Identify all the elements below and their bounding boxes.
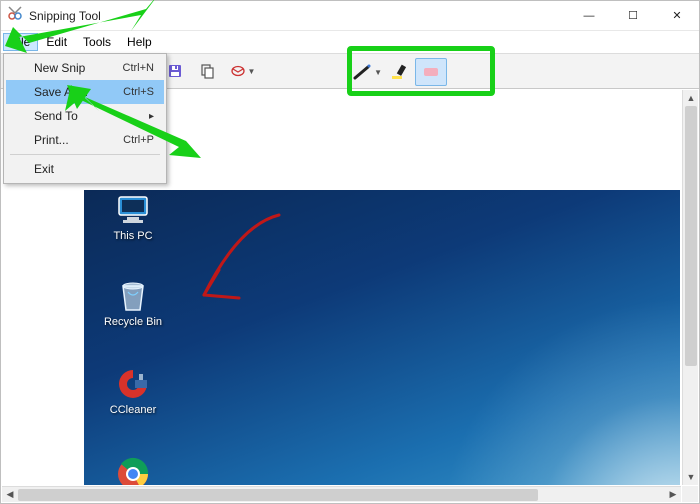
menu-item-exit[interactable]: Exit <box>6 157 164 181</box>
menu-item-shortcut: Ctrl+P <box>123 134 154 146</box>
email-button[interactable]: ▼ <box>225 57 261 85</box>
file-dropdown-menu: New Snip Ctrl+N Save As... Ctrl+S Send T… <box>3 53 167 184</box>
desktop-icon-recycle-bin: Recycle Bin <box>98 278 168 328</box>
pen-icon <box>352 63 372 81</box>
app-window: Snipping Tool — ☐ ✕ File Edit Tools Help… <box>0 0 700 504</box>
menu-item-save-as[interactable]: Save As... Ctrl+S <box>6 80 164 104</box>
menu-item-label: Save As... <box>34 85 88 99</box>
copy-icon <box>199 63 215 79</box>
window-title: Snipping Tool <box>29 9 101 23</box>
scroll-down-button[interactable]: ▼ <box>683 469 699 485</box>
scroll-up-button[interactable]: ▲ <box>683 90 699 106</box>
captured-snip: This PC Recycle Bin CCleaner <box>84 190 680 485</box>
scrollbar-corner <box>682 486 698 502</box>
ccleaner-icon <box>113 366 153 402</box>
pen-button[interactable]: ▼ <box>351 58 383 86</box>
scroll-right-button[interactable]: ▶ <box>665 487 681 503</box>
chrome-icon <box>113 454 153 485</box>
menu-item-label: Exit <box>34 162 54 176</box>
chevron-down-icon: ▼ <box>374 68 382 77</box>
titlebar: Snipping Tool — ☐ ✕ <box>1 1 699 31</box>
desktop-icon-label: Recycle Bin <box>98 316 168 328</box>
chevron-right-icon: ▸ <box>149 111 154 122</box>
desktop-icon-chrome <box>98 454 168 485</box>
vertical-scrollbar[interactable]: ▲ ▼ <box>682 90 698 485</box>
horizontal-scroll-thumb[interactable] <box>18 489 538 501</box>
eraser-button[interactable] <box>415 58 447 86</box>
minimize-button[interactable]: — <box>567 1 611 31</box>
menu-item-send-to[interactable]: Send To ▸ <box>6 104 164 128</box>
email-icon <box>230 63 246 79</box>
close-button[interactable]: ✕ <box>655 1 699 31</box>
chevron-down-icon: ▼ <box>248 67 256 76</box>
menu-item-new-snip[interactable]: New Snip Ctrl+N <box>6 56 164 80</box>
menu-item-label: Print... <box>34 133 69 147</box>
desktop-icon-label: This PC <box>98 230 168 242</box>
this-pc-icon <box>113 192 153 228</box>
desktop-background: This PC Recycle Bin CCleaner <box>84 190 680 485</box>
highlighter-icon <box>389 63 409 81</box>
menu-item-label: Send To <box>34 109 78 123</box>
app-icon <box>7 5 23 26</box>
pen-annotation <box>144 200 344 380</box>
copy-button[interactable] <box>193 57 221 85</box>
vertical-scroll-thumb[interactable] <box>685 106 697 366</box>
menu-separator <box>10 154 160 155</box>
maximize-button[interactable]: ☐ <box>611 1 655 31</box>
scroll-left-button[interactable]: ◀ <box>2 487 18 503</box>
menu-item-shortcut: Ctrl+S <box>123 86 154 98</box>
menubar: File Edit Tools Help <box>1 31 699 53</box>
highlighter-button[interactable] <box>383 58 415 86</box>
menu-edit[interactable]: Edit <box>38 33 75 51</box>
desktop-icon-ccleaner: CCleaner <box>98 366 168 416</box>
menu-item-print[interactable]: Print... Ctrl+P <box>6 128 164 152</box>
menu-item-shortcut: Ctrl+N <box>123 62 154 74</box>
horizontal-scrollbar[interactable]: ◀ ▶ <box>2 486 681 502</box>
desktop-icon-label: CCleaner <box>98 404 168 416</box>
menu-item-label: New Snip <box>34 61 85 75</box>
save-icon <box>167 63 183 79</box>
menu-help[interactable]: Help <box>119 33 160 51</box>
menu-tools[interactable]: Tools <box>75 33 119 51</box>
recycle-bin-icon <box>113 278 153 314</box>
desktop-icon-this-pc: This PC <box>98 192 168 242</box>
menu-file[interactable]: File <box>3 33 38 51</box>
eraser-icon <box>421 64 441 80</box>
